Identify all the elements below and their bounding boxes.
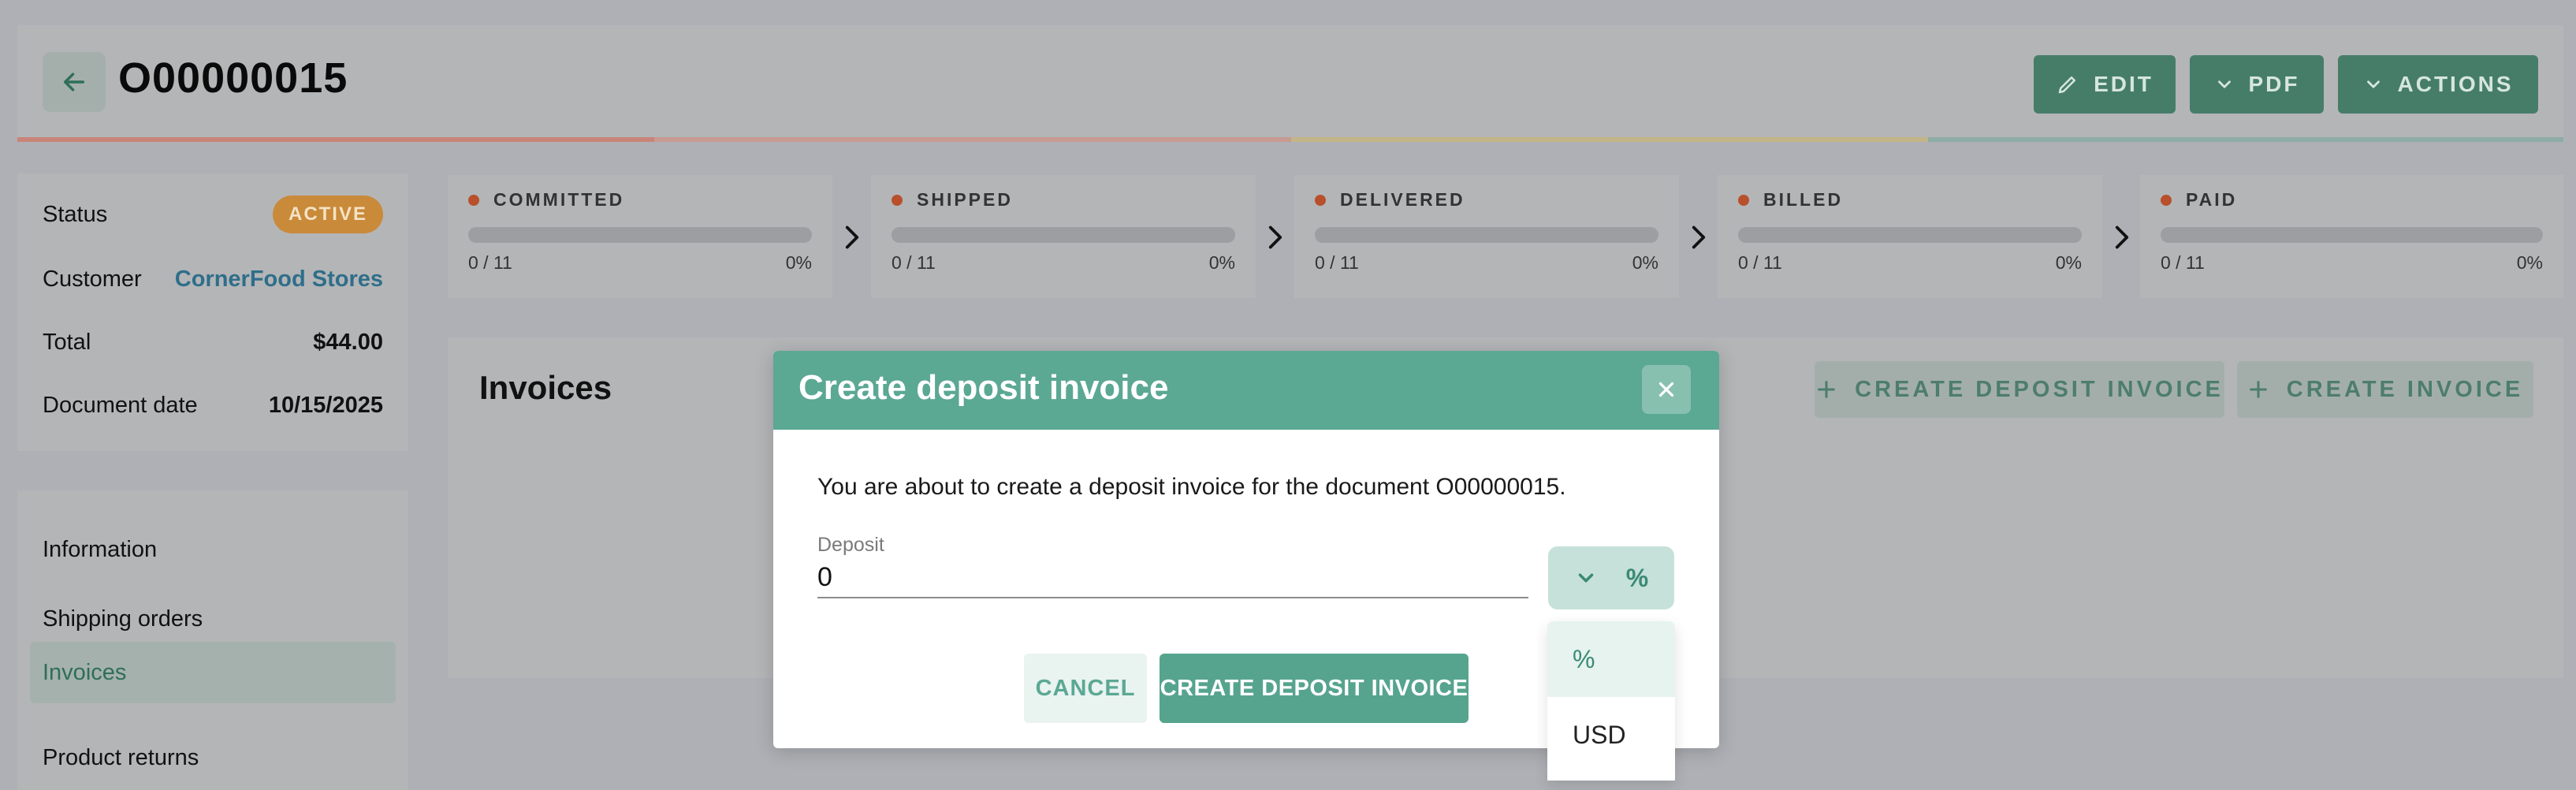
progress-line-segment [1291,137,1928,142]
progress-line-segment [654,137,1291,142]
chevron-down-icon [2366,80,2380,88]
step-paid: PAID 0 / 11 0% [2140,175,2563,298]
sidebar-item-product-returns[interactable]: Product returns [30,727,396,788]
create-deposit-invoice-label: CREATE DEPOSIT INVOICE [1855,376,2224,402]
pdf-button[interactable]: PDF [2190,55,2324,114]
sidebar-item-label: Invoices [43,659,127,685]
step-count: 0 / 11 [1315,252,1359,273]
step-progress-bar [1738,227,2082,243]
document-date-value: 10/15/2025 [268,393,383,418]
sidebar-item-shipping-orders[interactable]: Shipping orders [30,588,396,650]
step-progress-bar [468,227,812,243]
page-title: O00000015 [118,54,348,102]
close-icon [1658,382,1674,397]
chevron-down-icon [2217,80,2231,88]
step-count: 0 / 11 [1738,252,1782,273]
customer-link[interactable]: CornerFood Stores [175,266,383,293]
step-label: SHIPPED [917,189,1013,210]
unit-option-usd[interactable]: USD [1547,697,1675,773]
dialog-message: You are about to create a deposit invoic… [817,474,1566,500]
edit-button-label: EDIT [2094,72,2153,96]
status-row: Status ACTIVE [43,196,383,233]
step-percent: 0% [785,252,812,273]
chevron-right-icon [1268,225,1282,249]
step-label: COMMITTED [493,189,625,210]
pdf-button-label: PDF [2248,72,2300,96]
step-label: PAID [2186,189,2238,210]
sidebar-item-label: Information [43,536,158,562]
step-count: 0 / 11 [2161,252,2205,273]
step-percent: 0% [1208,252,1235,273]
sidebar-item-invoices[interactable]: Invoices [30,642,396,703]
step-progress-bar [892,227,1235,243]
deposit-unit-dropdown: % USD [1547,621,1675,781]
actions-button[interactable]: ACTIONS [2338,55,2538,114]
step-count: 0 / 11 [892,252,936,273]
step-count: 0 / 11 [468,252,512,273]
document-date-label: Document date [43,393,198,418]
step-status-dot [892,194,903,206]
create-deposit-invoice-button[interactable]: CREATE DEPOSIT INVOICE [1815,361,2224,418]
cancel-button[interactable]: CANCEL [1024,654,1147,723]
chevron-right-icon [845,225,859,249]
status-label: Status [43,201,108,227]
edit-button[interactable]: EDIT [2034,55,2176,114]
close-button[interactable] [1642,365,1691,414]
back-button[interactable] [43,52,106,112]
chevron-right-icon [2115,225,2129,249]
unit-option-percent[interactable]: % [1547,621,1675,697]
sidebar-nav: Information Shipping orders Invoices Pro… [17,490,408,790]
dialog-header: Create deposit invoice [773,351,1719,430]
step-shipped: SHIPPED 0 / 11 0% [871,175,1256,298]
create-deposit-invoice-submit-button[interactable]: CREATE DEPOSIT INVOICE [1160,654,1469,723]
step-percent: 0% [2516,252,2543,273]
sidebar-item-label: Product returns [43,744,199,770]
pencil-icon [2058,76,2076,94]
step-progress-bar [2161,227,2543,243]
actions-button-label: ACTIONS [2397,72,2514,96]
total-label: Total [43,330,91,355]
step-percent: 0% [1632,252,1658,273]
chevron-right-icon [1692,225,1706,249]
total-row: Total $44.00 [43,330,383,356]
chevron-down-icon [1578,573,1594,583]
summary-card: Status ACTIVE Customer CornerFood Stores… [17,173,408,451]
plus-icon [1818,381,1835,398]
deposit-unit-value: % [1625,563,1649,592]
customer-label: Customer [43,266,142,292]
document-date-row: Document date 10/15/2025 [43,393,383,419]
total-value: $44.00 [313,330,383,355]
step-status-dot [468,194,479,206]
plus-icon [2249,381,2267,398]
create-invoice-button[interactable]: CREATE INVOICE [2237,361,2533,418]
dialog-title: Create deposit invoice [798,368,1169,407]
step-percent: 0% [2055,252,2082,273]
step-committed: COMMITTED 0 / 11 0% [448,175,832,298]
step-progress-bar [1315,227,1658,243]
deposit-input[interactable] [817,557,1528,598]
progress-line-segment [1928,137,2563,142]
step-billed: BILLED 0 / 11 0% [1718,175,2102,298]
page-header: O00000015 EDIT PDF ACTIONS [17,25,2563,140]
status-badge: ACTIVE [272,196,383,233]
step-status-dot [2161,194,2172,206]
invoices-title: Invoices [479,369,612,406]
step-status-dot [1315,194,1326,206]
step-label: BILLED [1763,189,1844,210]
step-label: DELIVERED [1340,189,1465,210]
arrow-left-icon [63,73,85,91]
deposit-unit-select[interactable]: % [1548,546,1674,609]
customer-row: Customer CornerFood Stores [43,266,383,293]
sidebar-item-information[interactable]: Information [30,519,396,580]
progress-line-segment [17,137,654,142]
deposit-label: Deposit [817,534,884,556]
step-delivered: DELIVERED 0 / 11 0% [1294,175,1679,298]
step-status-dot [1738,194,1749,206]
create-invoice-label: CREATE INVOICE [2286,376,2524,402]
sidebar-item-label: Shipping orders [43,606,203,632]
